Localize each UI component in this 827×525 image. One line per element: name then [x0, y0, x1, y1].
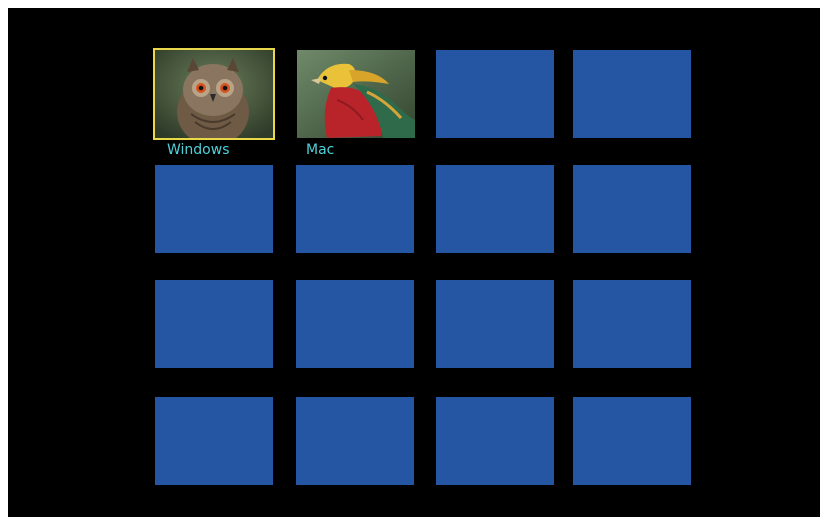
empty-profile-slot[interactable]	[573, 50, 691, 138]
empty-profile-slot[interactable]	[436, 50, 554, 138]
empty-profile-slot[interactable]	[296, 397, 414, 485]
empty-profile-slot[interactable]	[436, 397, 554, 485]
profile-selection-screen: Windows Mac	[8, 8, 820, 517]
empty-profile-slot[interactable]	[155, 397, 273, 485]
profile-label-windows[interactable]: Windows	[167, 142, 230, 158]
empty-profile-slot[interactable]	[296, 165, 414, 253]
empty-profile-slot[interactable]	[573, 397, 691, 485]
profile-tile-windows[interactable]	[153, 48, 275, 140]
empty-profile-slot[interactable]	[573, 165, 691, 253]
owl-avatar-icon	[155, 50, 273, 138]
profile-label-mac[interactable]: Mac	[306, 142, 334, 158]
profile-tile-mac[interactable]	[297, 50, 415, 138]
empty-profile-slot[interactable]	[155, 165, 273, 253]
empty-profile-slot[interactable]	[573, 280, 691, 368]
empty-profile-slot[interactable]	[296, 280, 414, 368]
empty-profile-slot[interactable]	[436, 280, 554, 368]
pheasant-avatar-icon	[297, 50, 415, 138]
empty-profile-slot[interactable]	[155, 280, 273, 368]
empty-profile-slot[interactable]	[436, 165, 554, 253]
